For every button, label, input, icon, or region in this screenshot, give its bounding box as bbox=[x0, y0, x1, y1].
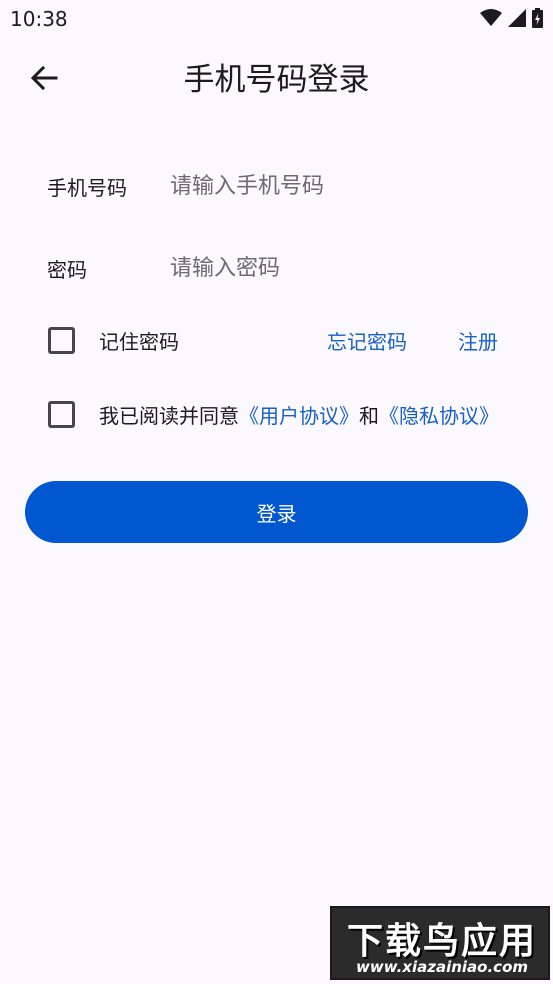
password-label: 密码 bbox=[47, 257, 87, 282]
phone-row: 手机号码 bbox=[47, 166, 517, 206]
forgot-password-link[interactable]: 忘记密码 bbox=[327, 328, 407, 356]
password-row: 密码 bbox=[47, 248, 517, 288]
status-bar: 10:38 bbox=[0, 0, 553, 38]
user-agreement-link[interactable]: 《用户协议》 bbox=[239, 404, 359, 428]
status-time: 10:38 bbox=[10, 7, 68, 31]
register-link[interactable]: 注册 bbox=[458, 328, 498, 356]
remember-checkbox[interactable] bbox=[48, 326, 75, 354]
agreement-prefix: 我已阅读并同意 bbox=[99, 403, 239, 428]
wifi-icon bbox=[480, 9, 502, 27]
login-screen: 10:38 手机号码登录 手机号码 请输入手机号码 密码 记住密码 忘记密码 注… bbox=[0, 0, 553, 984]
watermark-title: 下载鸟应用 bbox=[346, 921, 537, 962]
back-button[interactable] bbox=[22, 58, 66, 102]
status-icons bbox=[480, 8, 543, 28]
watermark-logo: 下载鸟应用 www.xiazainiao.com bbox=[330, 906, 550, 980]
remember-row: 记住密码 bbox=[48, 325, 179, 355]
login-button[interactable]: 登录 bbox=[25, 481, 528, 543]
page-title: 手机号码登录 bbox=[183, 62, 370, 98]
agreement-row: 我已阅读并同意《用户协议》和《隐私协议》 bbox=[48, 399, 499, 429]
phone-input[interactable] bbox=[170, 166, 517, 206]
phone-label: 手机号码 bbox=[47, 175, 127, 200]
arrow-left-icon bbox=[30, 65, 58, 94]
signal-icon bbox=[508, 9, 526, 27]
privacy-policy-link[interactable]: 《隐私协议》 bbox=[379, 404, 499, 428]
watermark-url: www.xiazainiao.com bbox=[355, 958, 529, 976]
remember-label: 记住密码 bbox=[99, 329, 179, 354]
agreement-checkbox[interactable] bbox=[48, 400, 75, 428]
password-input[interactable] bbox=[170, 248, 517, 288]
battery-charging-icon bbox=[532, 8, 543, 28]
agreement-conjunction: 和 bbox=[359, 403, 379, 428]
agreement-text: 我已阅读并同意《用户协议》和《隐私协议》 bbox=[99, 400, 499, 429]
